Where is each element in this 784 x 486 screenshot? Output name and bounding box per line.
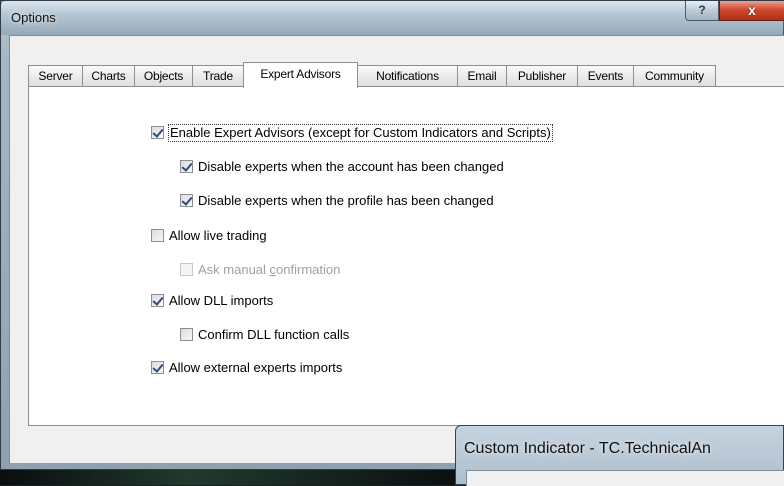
close-button[interactable]: x <box>719 1 784 21</box>
window-title: Options <box>11 10 56 25</box>
allow-dll-imports-label: Allow DLL imports <box>169 293 274 308</box>
tab-charts[interactable]: Charts <box>82 65 135 86</box>
allow-external-imports-checkbox[interactable] <box>151 361 164 374</box>
tab-community[interactable]: Community <box>633 65 716 86</box>
tab-notifications[interactable]: Notifications <box>357 65 458 86</box>
tab-email[interactable]: Email <box>457 65 507 86</box>
help-button[interactable]: ? <box>685 1 719 21</box>
dialog-client-area: Server Charts Objects Trade Expert Advis… <box>9 35 784 463</box>
tab-publisher[interactable]: Publisher <box>506 65 578 86</box>
options-dialog: Options ? x Server Charts Objects Trade … <box>0 0 784 470</box>
allow-dll-imports-checkbox[interactable] <box>151 294 164 307</box>
tab-expert-advisors[interactable]: Expert Advisors <box>243 62 358 88</box>
ask-manual-confirmation-label-suffix: onfirmation <box>276 262 341 277</box>
expert-advisors-panel: Enable Expert Advisors (except for Custo… <box>28 86 784 426</box>
confirm-dll-calls-label: Confirm DLL function calls <box>198 327 350 342</box>
ask-manual-confirmation-label: Ask manual confirmation <box>198 262 340 278</box>
tab-objects[interactable]: Objects <box>134 65 193 86</box>
allow-external-imports-label: Allow external experts imports <box>169 360 343 375</box>
disable-on-account-change-label: Disable experts when the account has bee… <box>198 159 504 174</box>
title-bar[interactable]: Options <box>1 1 784 35</box>
tab-trade[interactable]: Trade <box>192 65 244 86</box>
disable-on-account-change-checkbox[interactable] <box>180 160 193 173</box>
custom-indicator-window[interactable]: Custom Indicator - TC.TechnicalAn <box>455 425 784 486</box>
ask-manual-confirmation-checkbox <box>180 263 193 276</box>
ask-manual-confirmation-label-prefix: Ask manual <box>198 262 270 277</box>
chart-background-bottom <box>0 470 470 485</box>
allow-live-trading-label: Allow live trading <box>169 228 267 243</box>
tab-events[interactable]: Events <box>577 65 634 86</box>
enable-experts-checkbox[interactable] <box>151 126 164 139</box>
enable-experts-label: Enable Expert Advisors (except for Custo… <box>168 124 553 142</box>
tab-server[interactable]: Server <box>28 65 83 86</box>
confirm-dll-calls-checkbox[interactable] <box>180 328 193 341</box>
disable-on-profile-change-label: Disable experts when the profile has bee… <box>198 193 494 208</box>
custom-indicator-client-area <box>466 470 784 486</box>
custom-indicator-title: Custom Indicator - TC.TechnicalAn <box>464 440 711 457</box>
disable-on-profile-change-checkbox[interactable] <box>180 194 193 207</box>
allow-live-trading-checkbox[interactable] <box>151 229 164 242</box>
